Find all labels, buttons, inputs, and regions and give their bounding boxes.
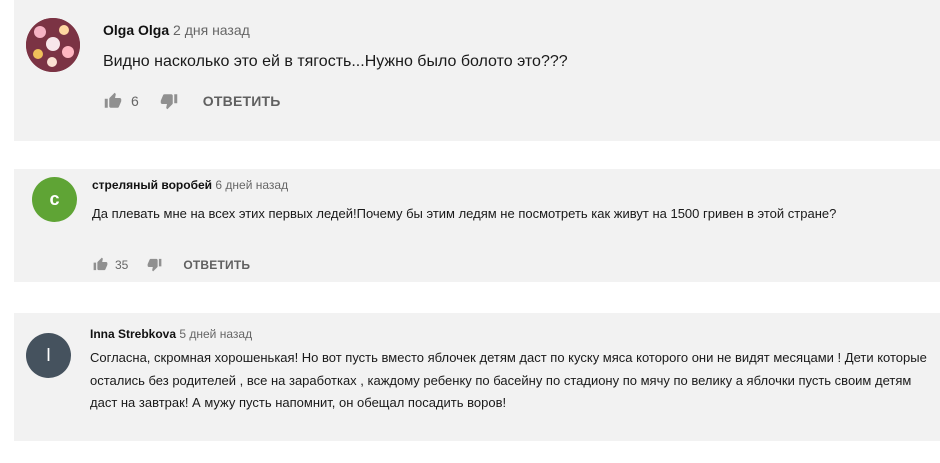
like-button[interactable] [92, 257, 109, 272]
comment-time[interactable]: 5 дней назад [179, 327, 252, 341]
dislike-button[interactable] [159, 92, 179, 110]
avatar[interactable] [26, 18, 80, 72]
avatar-letter: I [45, 345, 51, 365]
hearts-avatar-icon [26, 18, 80, 72]
thumbs-down-icon [147, 258, 162, 272]
avatar[interactable]: I [26, 333, 71, 378]
comment-actions: 6 ОТВЕТИТЬ [103, 92, 281, 110]
comment-card: I Inna Strebkova 5 дней назад Согласна, … [14, 313, 940, 441]
comment-text: Видно насколько это ей в тягость...Нужно… [103, 53, 568, 70]
reply-button[interactable]: ОТВЕТИТЬ [203, 93, 281, 109]
avatar[interactable]: с [32, 177, 77, 222]
comment-text: Согласна, скромная хорошенькая! Но вот п… [90, 350, 927, 410]
thumbs-up-icon [104, 92, 122, 108]
thumbs-up-icon [93, 257, 108, 271]
like-count: 35 [115, 257, 129, 272]
dislike-button[interactable] [146, 257, 163, 272]
comment-card: с стреляный воробей 6 дней назад Да плев… [14, 169, 940, 282]
comment-time[interactable]: 6 дней назад [215, 178, 288, 192]
avatar-letter: с [49, 189, 60, 209]
comment-text: Да плевать мне на всех этих первых ледей… [92, 206, 837, 221]
reply-button[interactable]: ОТВЕТИТЬ [183, 258, 250, 272]
comment-time[interactable]: 2 дня назад [173, 22, 250, 38]
like-button[interactable] [103, 92, 123, 110]
thumbs-down-icon [160, 94, 178, 110]
comment-author[interactable]: Inna Strebkova [90, 327, 176, 341]
comment-actions: 35 ОТВЕТИТЬ [92, 257, 250, 272]
comment-author[interactable]: стреляный воробей [92, 178, 212, 192]
comment-card: Olga Olga 2 дня назад Видно насколько эт… [14, 0, 940, 141]
like-count: 6 [131, 93, 139, 109]
comment-author[interactable]: Olga Olga [103, 22, 169, 38]
